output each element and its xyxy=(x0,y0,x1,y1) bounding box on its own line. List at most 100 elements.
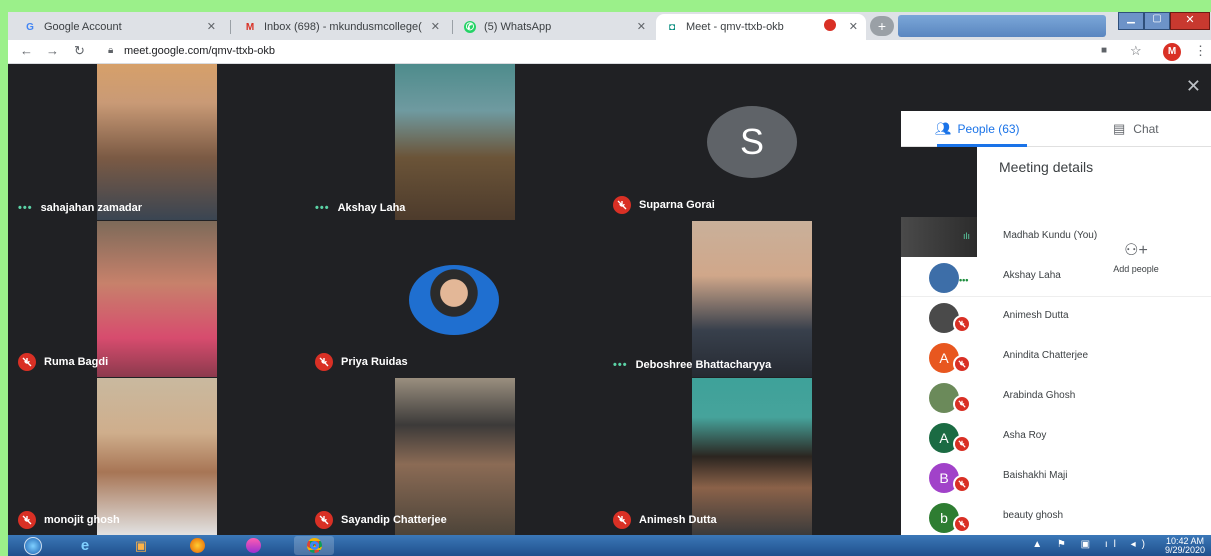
close-icon[interactable]: ✕ xyxy=(637,20,646,33)
participant-video xyxy=(395,64,515,220)
url-field[interactable]: meet.google.com/qmv-ttxb-okb xyxy=(124,45,275,57)
participant-video xyxy=(692,221,812,377)
window-close-icon[interactable]: ✕ xyxy=(1170,12,1210,30)
mic-off-icon xyxy=(613,196,631,214)
tab-separator xyxy=(230,20,231,34)
participant-name: Madhab Kundu (You) xyxy=(1003,230,1098,241)
chrome-icon[interactable] xyxy=(294,536,334,555)
participant-tile[interactable]: Sayandip Chatterjee xyxy=(305,378,603,535)
meet-icon: ◘ xyxy=(668,21,676,33)
close-icon[interactable]: ✕ xyxy=(849,20,858,33)
participant-tile[interactable]: ••• Deboshree Bhattacharyya xyxy=(603,221,901,377)
minimize-icon[interactable]: ▁ xyxy=(1118,12,1144,30)
list-item[interactable]: ••• Akshay Laha xyxy=(901,257,1211,297)
mic-off-icon xyxy=(18,511,36,529)
gmail-icon: M xyxy=(245,21,255,33)
participant-name: Suparna Gorai xyxy=(639,199,715,211)
tab-label: People (63) xyxy=(957,122,1020,136)
participant-name: sahajahan zamadar xyxy=(40,202,143,214)
reload-icon[interactable]: ↻ xyxy=(74,43,85,59)
participant-label: Animesh Dutta xyxy=(613,511,717,529)
participant-name: Ruma Bagdi xyxy=(44,356,109,368)
screenshot-frame: G Google Account ✕ M Inbox (698) - mkund… xyxy=(0,0,1211,556)
participant-name: Animesh Dutta xyxy=(1003,310,1069,321)
back-icon[interactable]: ← xyxy=(20,43,33,58)
chat-icon: ▤ xyxy=(1113,121,1126,136)
mic-off-icon xyxy=(953,435,971,453)
avatar xyxy=(929,263,959,293)
participant-name: Animesh Dutta xyxy=(639,514,717,526)
participant-tile[interactable]: ••• sahajahan zamadar xyxy=(8,64,305,220)
window-controls: ▁ ▢ ✕ xyxy=(1118,12,1210,32)
participant-name: monojit ghosh xyxy=(44,514,120,526)
mic-off-icon xyxy=(953,315,971,333)
close-panel-icon[interactable]: ✕ xyxy=(1186,76,1201,97)
tab-whatsapp[interactable]: ✆ (5) WhatsApp ✕ xyxy=(454,14,654,40)
participant-tile[interactable]: S Suparna Gorai xyxy=(603,64,901,220)
profile-avatar[interactable]: M xyxy=(1163,43,1181,61)
list-item[interactable]: ılı Madhab Kundu (You) xyxy=(901,217,1211,257)
participant-name: Priya Ruidas xyxy=(341,356,408,368)
participant-name: Anindita Chatterjee xyxy=(1003,350,1089,361)
close-icon[interactable]: ✕ xyxy=(431,20,440,33)
tab-google-account[interactable]: G Google Account ✕ xyxy=(14,14,224,40)
participant-tile[interactable]: Priya Ruidas xyxy=(305,221,603,377)
browser-tab-strip: G Google Account ✕ M Inbox (698) - mkund… xyxy=(8,12,1211,40)
list-item[interactable]: A Anindita Chatterjee xyxy=(901,337,1211,377)
media-player-icon[interactable]: ▣ xyxy=(126,536,156,555)
lock-icon: 🔒︎ xyxy=(108,45,114,56)
list-item[interactable]: b beauty ghosh xyxy=(901,497,1211,535)
tab-chat[interactable]: ▤ Chat xyxy=(1113,121,1159,137)
star-icon[interactable]: ☆ xyxy=(1130,43,1142,59)
tab-title: (5) WhatsApp xyxy=(484,21,552,33)
participant-avatar xyxy=(409,265,499,335)
participant-tile[interactable]: Animesh Dutta xyxy=(603,378,901,535)
participant-tile[interactable]: monojit ghosh xyxy=(8,378,305,535)
self-video-thumbnail: ılı xyxy=(901,217,977,257)
tab-people[interactable]: 👥︎ People (63) xyxy=(935,121,1020,137)
close-icon[interactable]: ✕ xyxy=(207,20,216,33)
taskbar-clock[interactable]: 10:42 AM 9/29/2020 xyxy=(1165,537,1205,555)
participant-label: monojit ghosh xyxy=(18,511,120,529)
participant-label: Suparna Gorai xyxy=(613,196,715,214)
panel-tabs: 👥︎ People (63) ▤ Chat xyxy=(901,111,1211,147)
participant-video xyxy=(97,221,217,377)
start-button[interactable] xyxy=(16,536,50,555)
forward-icon[interactable]: → xyxy=(46,43,59,58)
meeting-details-link[interactable]: Meeting details xyxy=(999,159,1093,175)
participant-name: beauty ghosh xyxy=(1003,510,1064,521)
mic-off-icon xyxy=(953,355,971,373)
list-item[interactable]: A Asha Roy xyxy=(901,417,1211,457)
camera-icon[interactable]: ■ xyxy=(1101,45,1107,56)
window-chrome xyxy=(898,15,1106,37)
google-icon: G xyxy=(26,21,34,33)
participant-avatar: S xyxy=(707,106,797,178)
app-icon[interactable] xyxy=(238,536,268,555)
list-item[interactable]: B Baishakhi Maji xyxy=(901,457,1211,497)
address-bar: ← → ↻ 🔒︎ meet.google.com/qmv-ttxb-okb ■ … xyxy=(8,40,1211,64)
firefox-icon[interactable] xyxy=(182,536,212,555)
mic-off-icon xyxy=(953,475,971,493)
participant-label: ••• sahajahan zamadar xyxy=(18,202,142,214)
mic-off-icon xyxy=(953,515,971,533)
list-item[interactable]: Arabinda Ghosh xyxy=(901,377,1211,417)
speaking-indicator-icon: ••• xyxy=(315,202,330,214)
participant-name: Arabinda Ghosh xyxy=(1003,390,1076,401)
windows-logo-icon xyxy=(24,536,42,555)
speaking-indicator-icon: ••• xyxy=(959,275,969,285)
participant-tile[interactable]: ••• Akshay Laha xyxy=(305,64,603,220)
ie-icon[interactable]: e xyxy=(70,536,100,555)
tab-title: Inbox (698) - mkundusmcollege( xyxy=(264,21,422,33)
tab-label: Chat xyxy=(1133,122,1159,136)
tab-title: Google Account xyxy=(44,21,122,33)
new-tab-button[interactable]: + xyxy=(870,16,894,36)
list-item[interactable]: Animesh Dutta xyxy=(901,297,1211,337)
system-tray[interactable]: ▲ ⚑ ▣ ıl ◂) xyxy=(1032,539,1151,550)
participant-label: Sayandip Chatterjee xyxy=(315,511,447,529)
maximize-icon[interactable]: ▢ xyxy=(1144,12,1170,30)
participant-tile[interactable]: Ruma Bagdi xyxy=(8,221,305,377)
meet-video-grid: ••• sahajahan zamadar ••• Akshay Laha S Su… xyxy=(8,64,901,535)
tab-gmail[interactable]: M Inbox (698) - mkundusmcollege( ✕ xyxy=(234,14,448,40)
menu-icon[interactable]: ⋮ xyxy=(1194,43,1207,59)
participant-name: Baishakhi Maji xyxy=(1003,470,1068,481)
